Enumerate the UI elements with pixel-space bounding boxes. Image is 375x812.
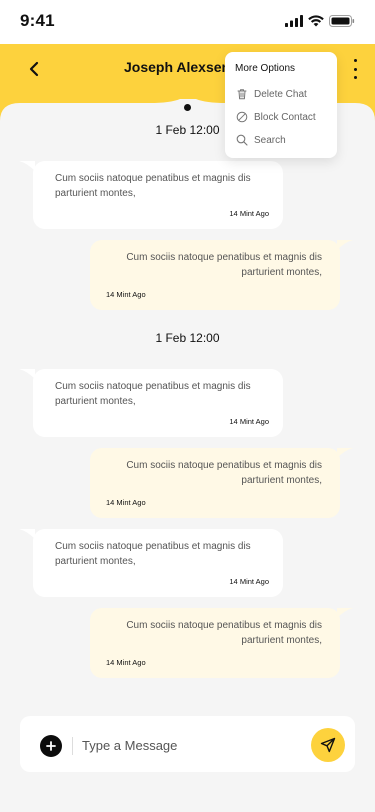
message-text: Cum sociis natoque penatibus et magnis d… xyxy=(126,252,322,278)
trash-icon xyxy=(235,88,248,101)
message-text: Cum sociis natoque penatibus et magnis d… xyxy=(126,620,322,646)
composer-divider xyxy=(72,737,73,755)
message-time: 14 Mint Ago xyxy=(229,577,269,586)
status-time: 9:41 xyxy=(20,11,55,30)
message-composer xyxy=(20,716,355,772)
scroll-indicator xyxy=(184,104,191,111)
cellular-signal-icon xyxy=(285,14,303,32)
send-button[interactable] xyxy=(311,728,345,762)
status-bar: 9:41 xyxy=(0,0,375,44)
message-text: Cum sociis natoque penatibus et magnis d… xyxy=(55,173,251,199)
add-attachment-button[interactable] xyxy=(40,735,62,757)
battery-icon xyxy=(329,14,355,32)
outgoing-message[interactable]: Cum sociis natoque penatibus et magnis d… xyxy=(90,448,353,518)
menu-item-delete-chat[interactable]: Delete Chat xyxy=(235,86,307,102)
outgoing-message[interactable]: Cum sociis natoque penatibus et magnis d… xyxy=(90,608,353,678)
message-input[interactable] xyxy=(82,732,302,758)
message-time: 14 Mint Ago xyxy=(106,498,146,507)
message-text: Cum sociis natoque penatibus et magnis d… xyxy=(55,541,251,567)
more-options-menu: More Options Delete Chat Block Contact S… xyxy=(225,52,337,158)
menu-item-label: Block Contact xyxy=(254,111,316,123)
plus-icon xyxy=(46,741,56,751)
incoming-message[interactable]: Cum sociis natoque penatibus et magnis d… xyxy=(19,369,283,437)
chevron-left-icon xyxy=(29,61,39,77)
bubble-tail xyxy=(19,529,35,539)
message-time: 14 Mint Ago xyxy=(106,658,146,667)
kebab-dot xyxy=(353,76,357,79)
status-icons xyxy=(285,14,355,32)
bubble-tail xyxy=(337,240,353,250)
message-time: 14 Mint Ago xyxy=(229,417,269,426)
send-icon xyxy=(320,737,336,753)
contact-name[interactable]: Joseph Alexsen xyxy=(124,59,230,75)
kebab-dot xyxy=(353,59,357,62)
block-icon xyxy=(235,111,248,124)
message-time: 14 Mint Ago xyxy=(106,290,146,299)
menu-title: More Options xyxy=(235,63,296,74)
search-icon xyxy=(235,134,248,147)
date-separator: 1 Feb 12:00 xyxy=(155,331,220,345)
menu-item-search[interactable]: Search xyxy=(235,132,286,148)
back-button[interactable] xyxy=(22,57,46,81)
menu-item-label: Search xyxy=(254,134,286,146)
bubble-tail xyxy=(19,161,35,171)
menu-item-block-contact[interactable]: Block Contact xyxy=(235,109,316,125)
menu-item-label: Delete Chat xyxy=(254,88,307,100)
bubble-tail xyxy=(19,369,35,379)
incoming-message[interactable]: Cum sociis natoque penatibus et magnis d… xyxy=(19,529,283,597)
incoming-message[interactable]: Cum sociis natoque penatibus et magnis d… xyxy=(19,161,283,229)
wifi-icon xyxy=(308,14,324,32)
outgoing-message[interactable]: Cum sociis natoque penatibus et magnis d… xyxy=(90,240,353,310)
message-time: 14 Mint Ago xyxy=(229,209,269,218)
bubble-tail xyxy=(337,448,353,458)
kebab-dot xyxy=(353,67,357,71)
message-text: Cum sociis natoque penatibus et magnis d… xyxy=(55,381,251,407)
message-text: Cum sociis natoque penatibus et magnis d… xyxy=(126,460,322,486)
more-options-button[interactable] xyxy=(349,59,361,79)
bubble-tail xyxy=(337,608,353,618)
